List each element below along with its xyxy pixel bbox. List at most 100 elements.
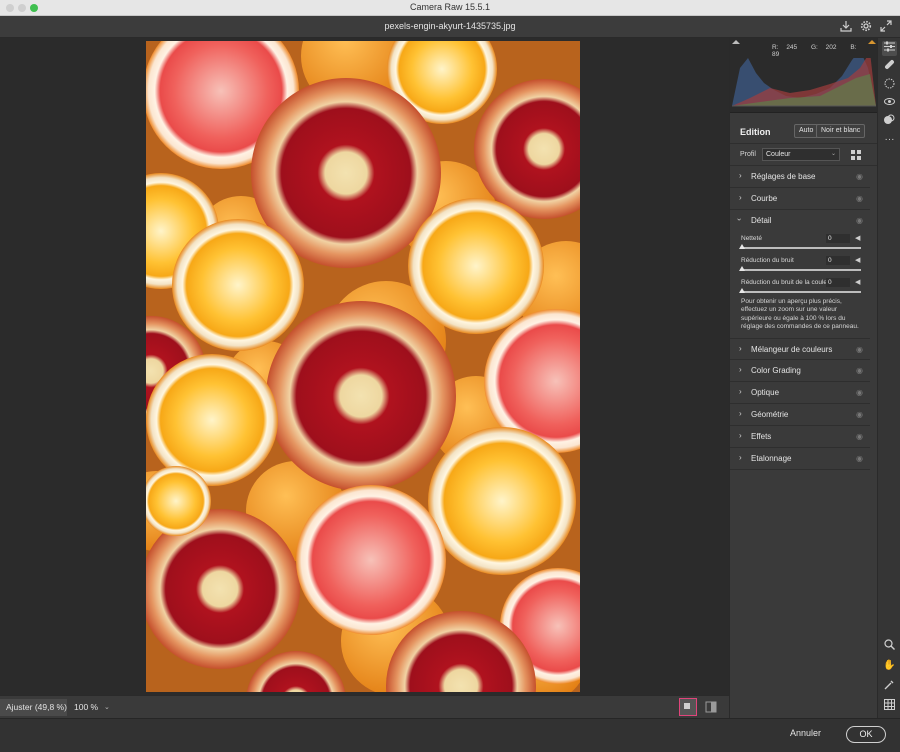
- noise-reduction-value-field[interactable]: 0: [826, 256, 850, 265]
- edit-sliders-icon[interactable]: [882, 41, 897, 56]
- grid-overlay-icon[interactable]: [882, 699, 897, 714]
- black-white-button[interactable]: Noir et blanc: [816, 124, 866, 138]
- r-readout: R: 245: [772, 44, 798, 51]
- reset-triangle-icon[interactable]: ◀: [855, 278, 860, 286]
- image-canvas[interactable]: [0, 38, 729, 695]
- sharpening-label: Netteté: [741, 235, 762, 242]
- red-eye-icon[interactable]: [882, 96, 897, 111]
- zoom-icon[interactable]: [882, 639, 897, 654]
- window-title: Camera Raw 15.5.1: [409, 2, 491, 12]
- chevron-right-icon: ›: [739, 344, 742, 353]
- single-view-button[interactable]: [679, 698, 697, 716]
- save-icon[interactable]: [839, 20, 853, 34]
- chevron-down-icon: ⌄: [830, 151, 836, 157]
- healing-brush-icon[interactable]: [882, 59, 897, 74]
- section-label: Optique: [751, 388, 780, 397]
- before-after-icon: [705, 701, 717, 713]
- section-optics[interactable]: › Optique ◉: [730, 382, 870, 404]
- section-label: Effets: [751, 432, 772, 441]
- visibility-eye-icon[interactable]: ◉: [856, 388, 863, 397]
- more-icon[interactable]: ···: [882, 132, 897, 147]
- slider-track[interactable]: [741, 247, 861, 249]
- sharpening-slider[interactable]: Netteté 0 ◀: [730, 234, 870, 257]
- file-name: pexels-engin-akyurt-1435735.jpg: [384, 21, 516, 31]
- g-readout: G: 202: [810, 44, 837, 51]
- detail-zoom-note: Pour obtenir un aperçu plus précis, effe…: [741, 298, 859, 331]
- single-view-icon: [684, 703, 690, 709]
- section-label: Réglages de base: [751, 172, 816, 181]
- color-sampler-icon[interactable]: [882, 679, 897, 694]
- expand-icon[interactable]: [879, 20, 893, 34]
- zoom-level-label: 100 %: [74, 702, 99, 712]
- slider-thumb[interactable]: [739, 266, 745, 271]
- visibility-eye-icon[interactable]: ◉: [856, 216, 863, 225]
- section-label: Géométrie: [751, 410, 789, 419]
- chevron-right-icon: ›: [739, 453, 742, 462]
- photo-preview: [146, 41, 580, 692]
- ok-button[interactable]: OK: [846, 726, 886, 743]
- chevron-down-icon: ›: [734, 218, 744, 221]
- noise-reduction-label: Réduction du bruit: [741, 257, 794, 264]
- file-bar: pexels-engin-akyurt-1435735.jpg: [0, 16, 900, 38]
- visibility-eye-icon[interactable]: ◉: [856, 454, 863, 463]
- camera-raw-window: Camera Raw 15.5.1 pexels-engin-akyurt-14…: [0, 0, 900, 752]
- auto-button[interactable]: Auto: [794, 124, 819, 138]
- sharpening-value-field[interactable]: 0: [826, 234, 850, 243]
- slider-track[interactable]: [741, 269, 861, 271]
- section-detail[interactable]: › Détail ◉: [730, 210, 870, 232]
- profile-browser-icon[interactable]: [851, 150, 861, 160]
- chevron-right-icon: ›: [739, 193, 742, 202]
- edit-panel: R: 245 G: 202 B: 89 Edition Auto Noir et…: [729, 38, 878, 718]
- cancel-button[interactable]: Annuler: [790, 728, 821, 738]
- visibility-eye-icon[interactable]: ◉: [856, 172, 863, 181]
- section-color-grading[interactable]: › Color Grading ◉: [730, 360, 870, 382]
- gear-icon[interactable]: [859, 20, 873, 34]
- edit-header: Edition Auto Noir et blanc: [730, 122, 878, 144]
- fruit-photo: [146, 41, 580, 692]
- section-basic[interactable]: › Réglages de base ◉: [730, 166, 870, 188]
- zoom-level-select[interactable]: 100 % ⌄: [74, 699, 114, 716]
- reset-triangle-icon[interactable]: ◀: [855, 234, 860, 242]
- profile-row: Profil Couleur ⌄: [730, 144, 878, 166]
- section-label: Color Grading: [751, 366, 801, 375]
- section-label: Courbe: [751, 194, 778, 203]
- section-label: Mélangeur de couleurs: [751, 345, 833, 354]
- slider-thumb[interactable]: [739, 288, 745, 293]
- slider-track[interactable]: [741, 291, 861, 293]
- before-after-view-button[interactable]: [702, 698, 720, 716]
- section-geometry[interactable]: › Géométrie ◉: [730, 404, 870, 426]
- chevron-right-icon: ›: [739, 171, 742, 180]
- masking-icon[interactable]: [882, 78, 897, 93]
- profile-select[interactable]: Couleur ⌄: [762, 148, 840, 161]
- chevron-right-icon: ›: [739, 409, 742, 418]
- section-curve[interactable]: › Courbe ◉: [730, 188, 870, 210]
- slider-thumb[interactable]: [739, 244, 745, 249]
- section-label: Etalonnage: [751, 454, 792, 463]
- histogram: R: 245 G: 202 B: 89: [730, 38, 878, 113]
- tool-strip: ··· ✋: [877, 38, 900, 718]
- section-calibration[interactable]: › Etalonnage ◉: [730, 448, 870, 470]
- section-effects[interactable]: › Effets ◉: [730, 426, 870, 448]
- chevron-down-icon: ⌄: [104, 704, 110, 711]
- visibility-eye-icon[interactable]: ◉: [856, 345, 863, 354]
- reset-triangle-icon[interactable]: ◀: [855, 256, 860, 264]
- profile-label: Profil: [740, 151, 756, 158]
- visibility-eye-icon[interactable]: ◉: [856, 366, 863, 375]
- visibility-eye-icon[interactable]: ◉: [856, 432, 863, 441]
- chevron-right-icon: ›: [739, 387, 742, 396]
- visibility-eye-icon[interactable]: ◉: [856, 194, 863, 203]
- canvas-bottom-bar: Ajuster (49,8 %) 100 % ⌄: [0, 695, 729, 718]
- section-color-mixer[interactable]: › Mélangeur de couleurs ◉: [730, 338, 870, 360]
- visibility-eye-icon[interactable]: ◉: [856, 410, 863, 419]
- rgb-readout: R: 245 G: 202 B: 89: [772, 44, 878, 58]
- profile-value: Couleur: [766, 151, 791, 158]
- chevron-right-icon: ›: [739, 431, 742, 440]
- title-bar: Camera Raw 15.5.1: [0, 0, 900, 16]
- presets-icon[interactable]: [882, 114, 897, 129]
- color-noise-reduction-value-field[interactable]: 0: [826, 278, 850, 287]
- section-label: Détail: [751, 216, 772, 225]
- hand-icon[interactable]: ✋: [882, 658, 897, 673]
- fit-zoom-button[interactable]: Ajuster (49,8 %): [0, 699, 67, 716]
- dialog-footer: Annuler OK: [0, 718, 900, 752]
- noise-reduction-slider[interactable]: Réduction du bruit 0 ◀: [730, 256, 870, 279]
